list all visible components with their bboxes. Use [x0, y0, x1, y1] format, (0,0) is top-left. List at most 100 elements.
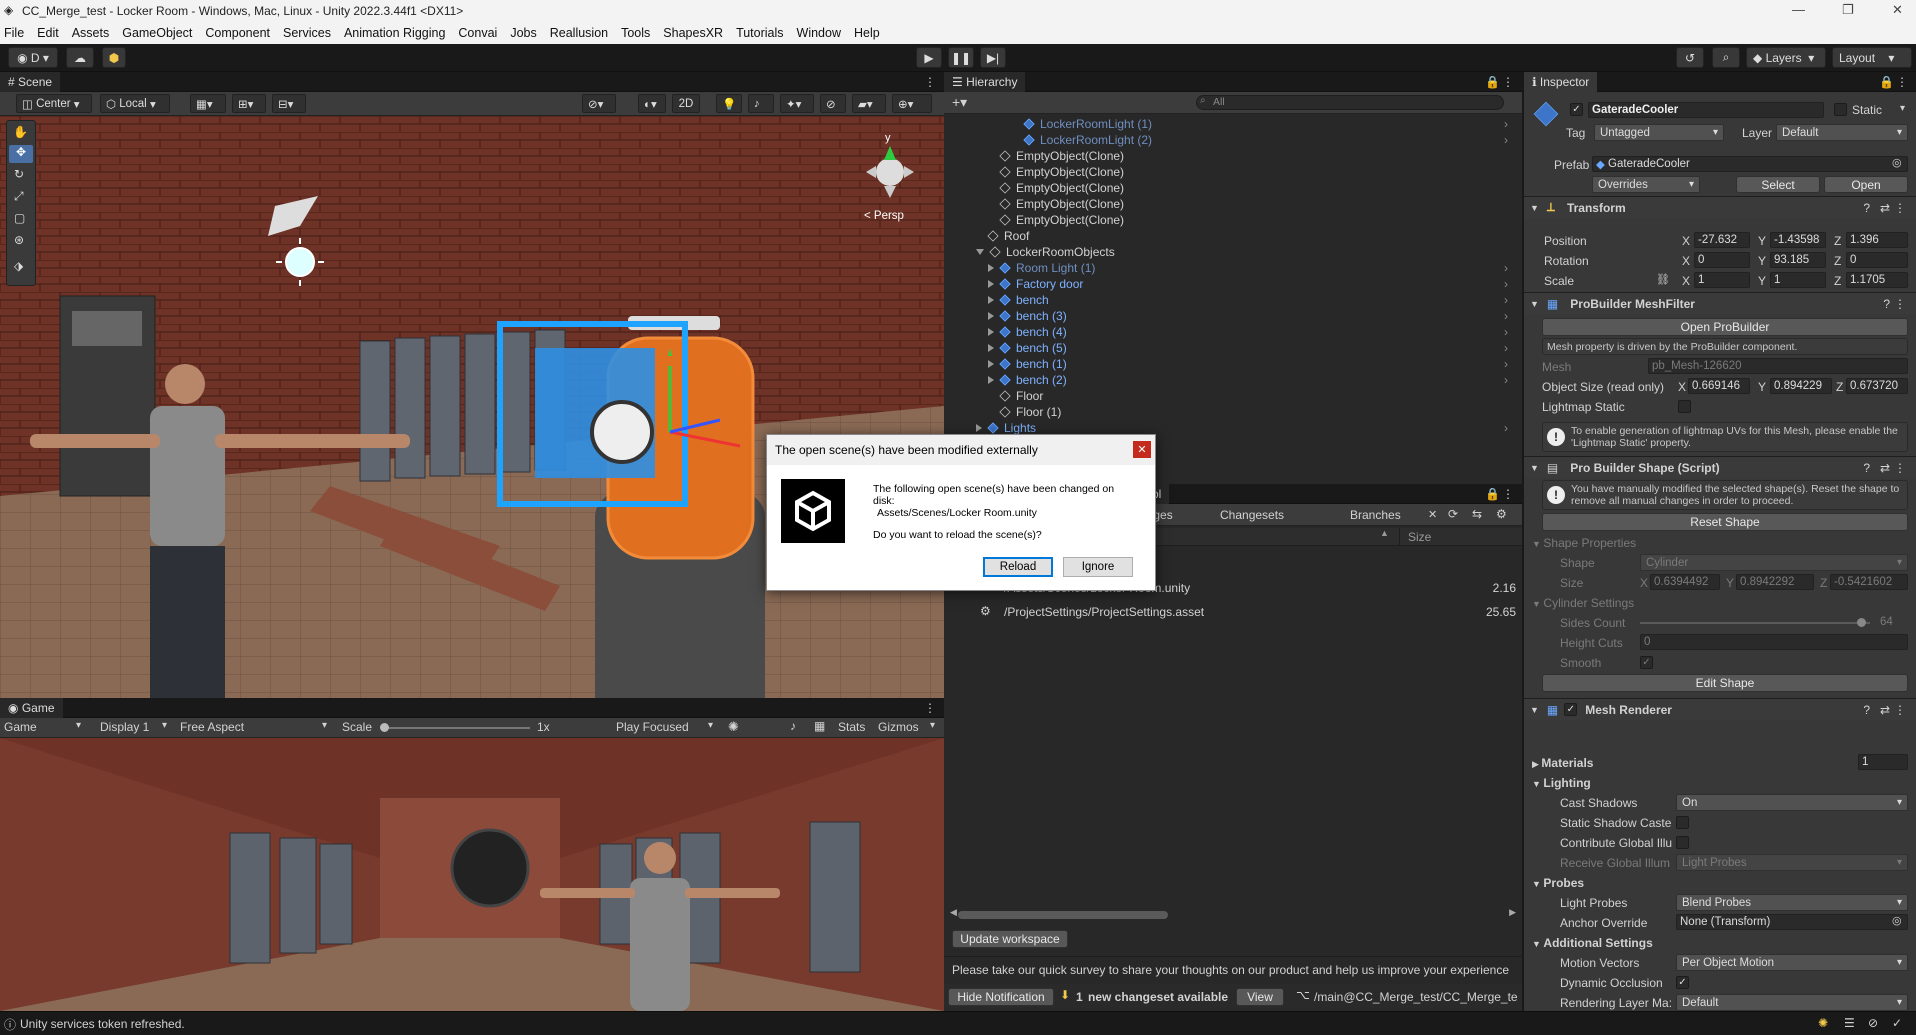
scale-z-field[interactable]: 1.1705: [1846, 272, 1908, 288]
horizontal-scrollbar[interactable]: [958, 911, 1168, 919]
hierarchy-row[interactable]: bench (2) ›: [944, 372, 1522, 388]
menu-item-convai[interactable]: Convai: [458, 26, 497, 40]
transform-tool-icon[interactable]: ⊛: [14, 233, 24, 247]
position-y-field[interactable]: -1.43598: [1770, 232, 1826, 248]
baking-icon[interactable]: ✺: [1818, 1016, 1828, 1030]
lock-icon[interactable]: 🔒: [1485, 75, 1500, 89]
game-viewport[interactable]: [0, 738, 944, 1011]
scene-viewport[interactable]: y < Persp ✋ ✥ ↻ ⤢ ▢ ⊛ ⬗: [0, 116, 944, 698]
play-focused-dropdown[interactable]: Play Focused: [616, 720, 689, 734]
open-prefab-chevron-icon[interactable]: ›: [1504, 277, 1508, 291]
align-button[interactable]: ⊟▾: [272, 94, 306, 113]
menu-item-services[interactable]: Services: [283, 26, 331, 40]
static-checkbox[interactable]: [1834, 103, 1847, 116]
open-prefab-chevron-icon[interactable]: ›: [1504, 261, 1508, 275]
mute-audio-icon[interactable]: ♪: [790, 719, 796, 733]
component-menu-icon[interactable]: ⋮: [1894, 297, 1906, 311]
hand-tool-icon[interactable]: ✋: [13, 125, 28, 139]
menu-item-jobs[interactable]: Jobs: [510, 26, 536, 40]
hierarchy-menu-icon[interactable]: ⋮: [1502, 75, 1514, 89]
help-icon[interactable]: ?: [1883, 297, 1890, 311]
size-column-header[interactable]: Size: [1408, 530, 1431, 544]
select-prefab-button[interactable]: Select: [1736, 176, 1820, 193]
play-button[interactable]: ▶: [916, 47, 942, 68]
hierarchy-row[interactable]: bench ›: [944, 292, 1522, 308]
maximize-icon[interactable]: ❐: [1842, 2, 1854, 18]
menu-item-assets[interactable]: Assets: [72, 26, 110, 40]
mesh-renderer-header[interactable]: ▼ ▦ ✓ Mesh Renderer ? ⇄ ⋮: [1524, 698, 1916, 720]
hierarchy-row[interactable]: Factory door ›: [944, 276, 1522, 292]
hierarchy-row[interactable]: bench (3) ›: [944, 308, 1522, 324]
toggle-2d-button[interactable]: 2D: [672, 94, 700, 113]
history-button[interactable]: ↺: [1676, 47, 1704, 68]
effects-dropdown[interactable]: ✦▾: [780, 94, 814, 113]
scale-y-field[interactable]: 1: [1770, 272, 1826, 288]
rendering-layer-dropdown[interactable]: Default: [1676, 994, 1908, 1011]
hierarchy-row[interactable]: EmptyObject(Clone): [944, 164, 1522, 180]
rotation-y-field[interactable]: 93.185: [1770, 252, 1826, 268]
game-menu-icon[interactable]: ⋮: [924, 701, 936, 715]
rotate-tool-icon[interactable]: ↻: [14, 167, 24, 181]
open-prefab-chevron-icon[interactable]: ›: [1504, 117, 1508, 131]
tab-game[interactable]: ◉ Game: [0, 698, 63, 718]
hidden-objects-toggle[interactable]: ⊘: [820, 94, 846, 113]
rotation-z-field[interactable]: 0: [1846, 252, 1908, 268]
open-prefab-chevron-icon[interactable]: ›: [1504, 293, 1508, 307]
aspect-dropdown[interactable]: Free Aspect: [180, 720, 244, 734]
presets-icon[interactable]: ⇄: [1880, 461, 1890, 475]
pivot-center-dropdown[interactable]: ◫ Center ▾: [16, 94, 92, 113]
materials-count-field[interactable]: 1: [1858, 754, 1908, 770]
scene-menu-icon[interactable]: ⋮: [924, 75, 936, 89]
dialog-close-icon[interactable]: ✕: [1133, 441, 1151, 458]
open-probuilder-button[interactable]: Open ProBuilder: [1542, 318, 1908, 336]
view-changeset-button[interactable]: View: [1236, 988, 1284, 1006]
gizmos-dropdown[interactable]: ⊕▾: [892, 94, 932, 113]
space-local-dropdown[interactable]: ⬡ Local ▾: [100, 94, 170, 113]
create-button[interactable]: +▾: [952, 94, 967, 111]
shape-header[interactable]: ▼ ▤ Pro Builder Shape (Script) ? ⇄ ⋮: [1524, 456, 1916, 478]
static-chevron-icon[interactable]: ▾: [1900, 103, 1905, 114]
hide-notification-button[interactable]: Hide Notification: [948, 988, 1054, 1006]
scroll-right-icon[interactable]: ▶: [1509, 907, 1516, 918]
component-menu-icon[interactable]: ⋮: [1894, 703, 1906, 717]
position-z-field[interactable]: 1.396: [1846, 232, 1908, 248]
shape-properties-foldout[interactable]: ▼ Shape Properties: [1532, 536, 1636, 550]
probes-foldout[interactable]: ▼ Probes: [1532, 876, 1584, 890]
inspector-lock-icon[interactable]: 🔒: [1879, 75, 1894, 89]
hierarchy-row[interactable]: EmptyObject(Clone): [944, 196, 1522, 212]
foldout-collapsed-icon[interactable]: [976, 424, 982, 432]
collab-status-icon[interactable]: ✓: [1892, 1016, 1902, 1030]
tag-dropdown[interactable]: Untagged: [1594, 124, 1724, 141]
branches-close-icon[interactable]: ✕: [1428, 508, 1437, 521]
overrides-dropdown[interactable]: Overrides: [1592, 176, 1700, 193]
tab-inspector[interactable]: ℹ Inspector: [1524, 72, 1598, 92]
increment-snap-button[interactable]: ⊞▾: [232, 94, 266, 113]
bug-icon[interactable]: ✺: [728, 719, 739, 735]
hierarchy-row[interactable]: bench (4) ›: [944, 324, 1522, 340]
menu-item-window[interactable]: Window: [797, 26, 841, 40]
open-prefab-chevron-icon[interactable]: ›: [1504, 373, 1508, 387]
open-prefab-chevron-icon[interactable]: ›: [1504, 309, 1508, 323]
foldout-expanded-icon[interactable]: [976, 249, 984, 255]
open-prefab-chevron-icon[interactable]: ›: [1504, 421, 1508, 435]
vc-menu-icon[interactable]: ⋮: [1502, 487, 1514, 501]
network-icon[interactable]: ⊘: [1868, 1016, 1878, 1030]
hierarchy-row[interactable]: LockerRoomLight (1) ›: [944, 116, 1522, 132]
open-prefab-chevron-icon[interactable]: ›: [1504, 357, 1508, 371]
hierarchy-row[interactable]: EmptyObject(Clone): [944, 212, 1522, 228]
orientation-button[interactable]: ⊘▾: [582, 94, 616, 113]
static-shadow-caster-checkbox[interactable]: [1676, 816, 1689, 829]
rotation-x-field[interactable]: 0: [1694, 252, 1750, 268]
menu-item-component[interactable]: Component: [205, 26, 270, 40]
foldout-collapsed-icon[interactable]: [988, 360, 994, 368]
step-button[interactable]: ▶|: [980, 47, 1006, 68]
layers-dropdown[interactable]: ◆ Layers ▾: [1746, 47, 1826, 68]
lighting-foldout[interactable]: ▼ Lighting: [1532, 776, 1591, 790]
persp-label[interactable]: < Persp: [864, 210, 904, 222]
hierarchy-row[interactable]: bench (5) ›: [944, 340, 1522, 356]
transform-header[interactable]: ▼ ⟂ Transform ? ⇄ ⋮: [1524, 196, 1916, 218]
lighting-toggle[interactable]: 💡: [716, 94, 742, 113]
contribute-gi-checkbox[interactable]: [1676, 836, 1689, 849]
menu-item-help[interactable]: Help: [854, 26, 880, 40]
settings-gear-icon[interactable]: ⚙: [1496, 507, 1507, 521]
